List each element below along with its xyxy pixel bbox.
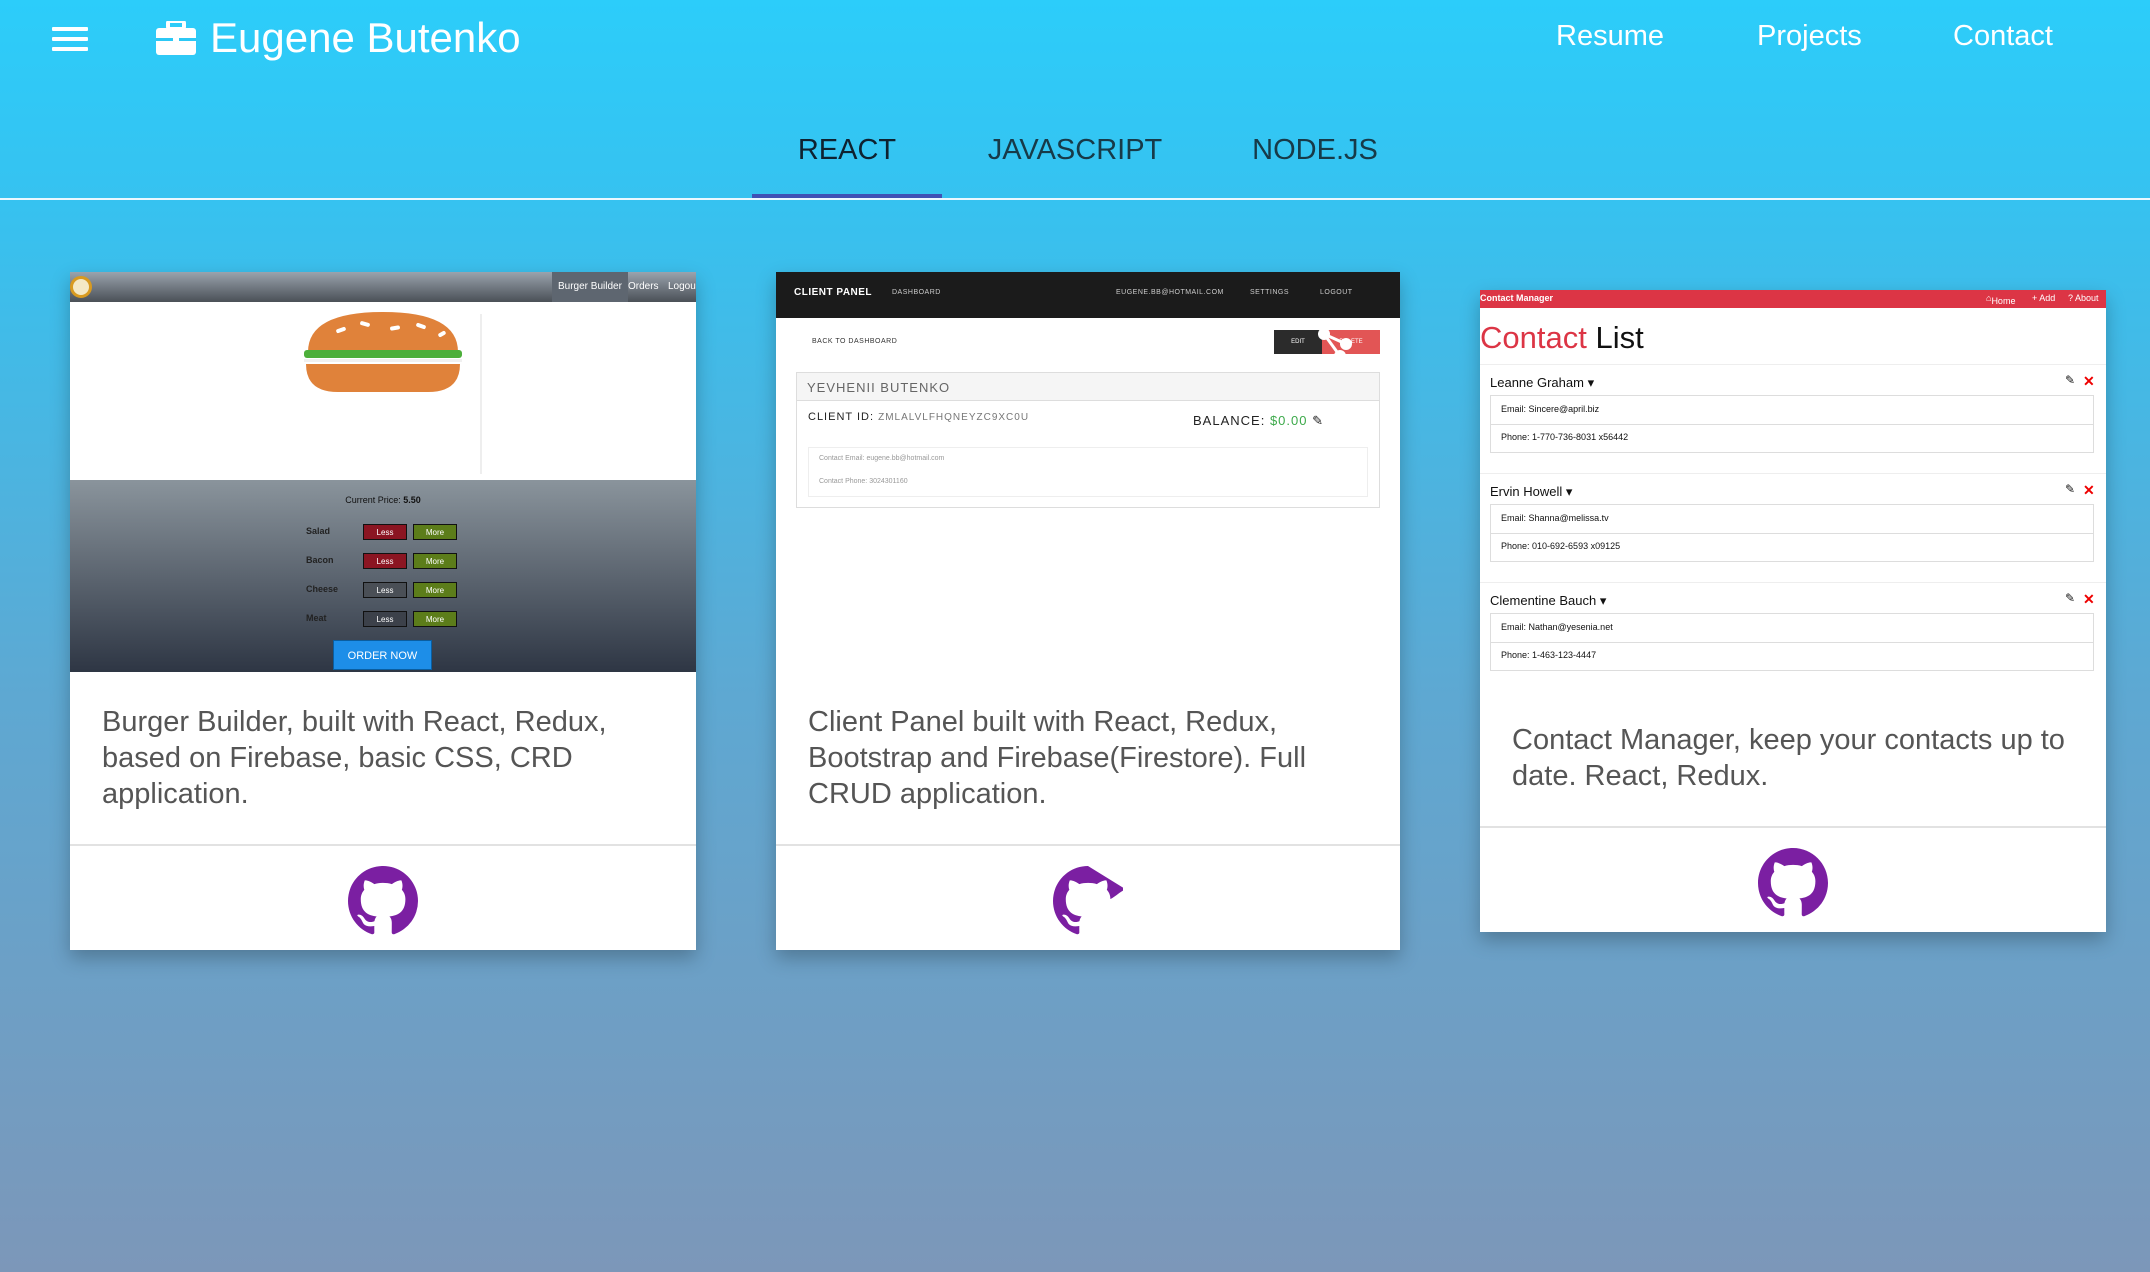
- screenshot-ingredient-label: Cheese: [306, 584, 339, 594]
- screenshot-client-card: YEVHENII BUTENKO CLIENT ID: ZMLALVLFHQNE…: [796, 372, 1380, 508]
- screenshot-ingredient-label: Salad: [306, 526, 331, 536]
- nav-resume-link[interactable]: Resume: [1556, 20, 1664, 53]
- screenshot-contact-email: Contact Email: eugene.bb@hotmail.com: [819, 455, 945, 462]
- screenshot-navbar: Burger Builder Orders Logou: [70, 272, 696, 302]
- project-screenshot[interactable]: Contact Manager ⌂ Home + Add ? About Con…: [1480, 290, 2106, 680]
- screenshot-contact: Clementine Bauch ▾ ✎ ✕ Email: Nathan@yes…: [1480, 582, 2106, 680]
- screenshot-order-button: ORDER NOW: [333, 640, 432, 670]
- screenshot-client-id: CLIENT ID: ZMLALVLFHQNEYZC9XC0U: [808, 411, 1030, 423]
- github-icon[interactable]: [1053, 866, 1123, 936]
- tab-react[interactable]: REACT: [752, 120, 942, 198]
- screenshot-more-button: More: [413, 524, 457, 540]
- project-card-contact-manager: Contact Manager ⌂ Home + Add ? About Con…: [1480, 290, 2106, 932]
- screenshot-navbar: CLIENT PANEL DASHBOARD EUGENE.BB@HOTMAIL…: [776, 272, 1400, 318]
- screenshot-nav-item: DASHBOARD: [892, 289, 941, 296]
- delete-x-icon: ✕: [2083, 373, 2095, 389]
- nav-projects-link[interactable]: Projects: [1757, 20, 1862, 53]
- brand-name: Eugene Butenko: [210, 14, 521, 61]
- pencil-icon: ✎: [2065, 591, 2076, 605]
- screenshot-brand: Contact Manager: [1480, 293, 1554, 303]
- github-icon[interactable]: [1758, 848, 1828, 918]
- burger-logo-icon: [70, 276, 92, 298]
- screenshot-less-button: Less: [363, 524, 407, 540]
- screenshot-less-button: Less: [363, 553, 407, 569]
- project-description: Client Panel built with React, Redux, Bo…: [808, 706, 1307, 810]
- tab-javascript[interactable]: JAVASCRIPT: [970, 120, 1180, 198]
- screenshot-contact: Ervin Howell ▾ ✎ ✕ Email: Shanna@melissa…: [1480, 473, 2106, 577]
- screenshot-title: CLIENT PANEL: [794, 287, 873, 298]
- screenshot-balance: BALANCE: $0.00 ✎: [1193, 413, 1324, 428]
- project-description: Burger Builder, built with React, Redux,…: [102, 706, 607, 810]
- card-divider: [776, 844, 1400, 846]
- briefcase-icon: [156, 21, 196, 55]
- screenshot-nav-item: Orders: [628, 281, 659, 292]
- screenshot-more-button: More: [413, 553, 457, 569]
- github-icon[interactable]: [348, 866, 418, 936]
- screenshot-nav-item: Logou: [668, 281, 696, 292]
- share-icon: [1318, 328, 1352, 362]
- screenshot-less-button: Less: [363, 582, 407, 598]
- pencil-icon: ✎: [2065, 482, 2076, 496]
- screenshot-contact: Leanne Graham ▾ ✎ ✕ Email: Sincere@april…: [1480, 364, 2106, 468]
- screenshot-nav-item: SETTINGS: [1250, 289, 1290, 296]
- tab-nodejs[interactable]: NODE.JS: [1230, 120, 1400, 198]
- screenshot-nav-item: + Add: [2032, 293, 2056, 303]
- screenshot-more-button: More: [413, 582, 457, 598]
- screenshot-edit-button: EDIT: [1274, 330, 1322, 354]
- screenshot-nav-item: ? About: [2068, 293, 2099, 303]
- card-divider: [70, 844, 696, 846]
- brand[interactable]: Eugene Butenko: [156, 14, 521, 62]
- screenshot-nav-item: Burger Builder: [552, 272, 628, 302]
- screenshot-client-name: YEVHENII BUTENKO: [797, 373, 1379, 401]
- project-tabs: REACT JAVASCRIPT NODE.JS: [0, 120, 2150, 200]
- screenshot-more-button: More: [413, 611, 457, 627]
- screenshot-price: Current Price: 5.50: [345, 495, 421, 505]
- screenshot-ingredient-label: Bacon: [306, 555, 334, 565]
- screenshot-less-button: Less: [363, 611, 407, 627]
- screenshot-navbar: Contact Manager ⌂ Home + Add ? About: [1480, 290, 2106, 308]
- project-screenshot[interactable]: Burger Builder Orders Logou Current Pric…: [70, 272, 696, 672]
- burger-illustration-icon: [304, 312, 462, 392]
- screenshot-nav-item: LOGOUT: [1320, 289, 1353, 296]
- screenshot-ingredient-label: Meat: [306, 613, 327, 623]
- delete-x-icon: ✕: [2083, 591, 2095, 607]
- project-screenshot[interactable]: CLIENT PANEL DASHBOARD EUGENE.BB@HOTMAIL…: [776, 272, 1400, 672]
- hamburger-menu-icon[interactable]: [52, 27, 88, 51]
- screenshot-contact-phone: Contact Phone: 3024301160: [819, 478, 908, 485]
- project-description: Contact Manager, keep your contacts up t…: [1512, 724, 2065, 792]
- screenshot-heading: Contact List: [1480, 320, 1644, 355]
- screenshot-back-link: BACK TO DASHBOARD: [812, 338, 898, 345]
- delete-x-icon: ✕: [2083, 482, 2095, 498]
- card-divider: [1480, 826, 2106, 828]
- nav-contact-link[interactable]: Contact: [1953, 20, 2053, 53]
- project-card-burger-builder: Burger Builder Orders Logou Current Pric…: [70, 272, 696, 950]
- screenshot-nav-item: EUGENE.BB@HOTMAIL.COM: [1116, 289, 1224, 296]
- top-app-bar: Eugene Butenko Resume Projects Contact: [0, 0, 2150, 76]
- pencil-icon: ✎: [2065, 373, 2076, 387]
- project-card-client-panel: CLIENT PANEL DASHBOARD EUGENE.BB@HOTMAIL…: [776, 272, 1400, 950]
